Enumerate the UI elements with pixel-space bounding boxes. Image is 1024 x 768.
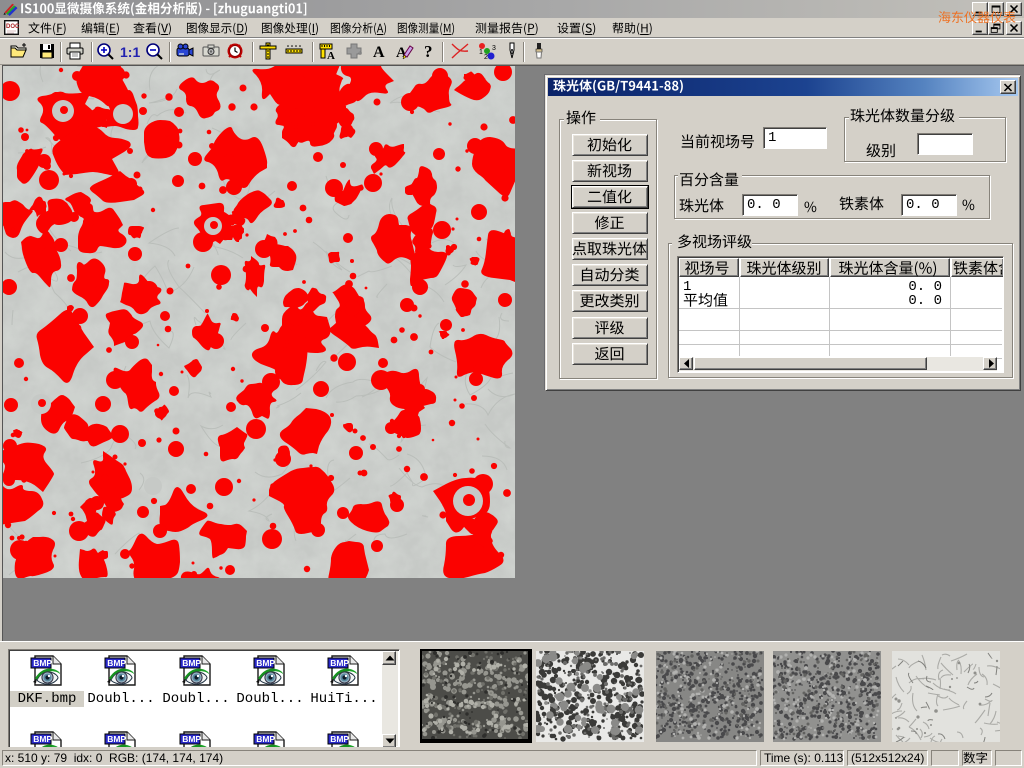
svg-text:1: 1	[479, 49, 483, 56]
svg-text:?: ?	[424, 42, 433, 60]
svg-text:DOC: DOC	[6, 24, 19, 30]
svg-text:3: 3	[492, 45, 496, 52]
svg-text:A: A	[327, 50, 335, 60]
svg-text:2: 2	[484, 54, 488, 60]
svg-text:A: A	[373, 44, 385, 60]
